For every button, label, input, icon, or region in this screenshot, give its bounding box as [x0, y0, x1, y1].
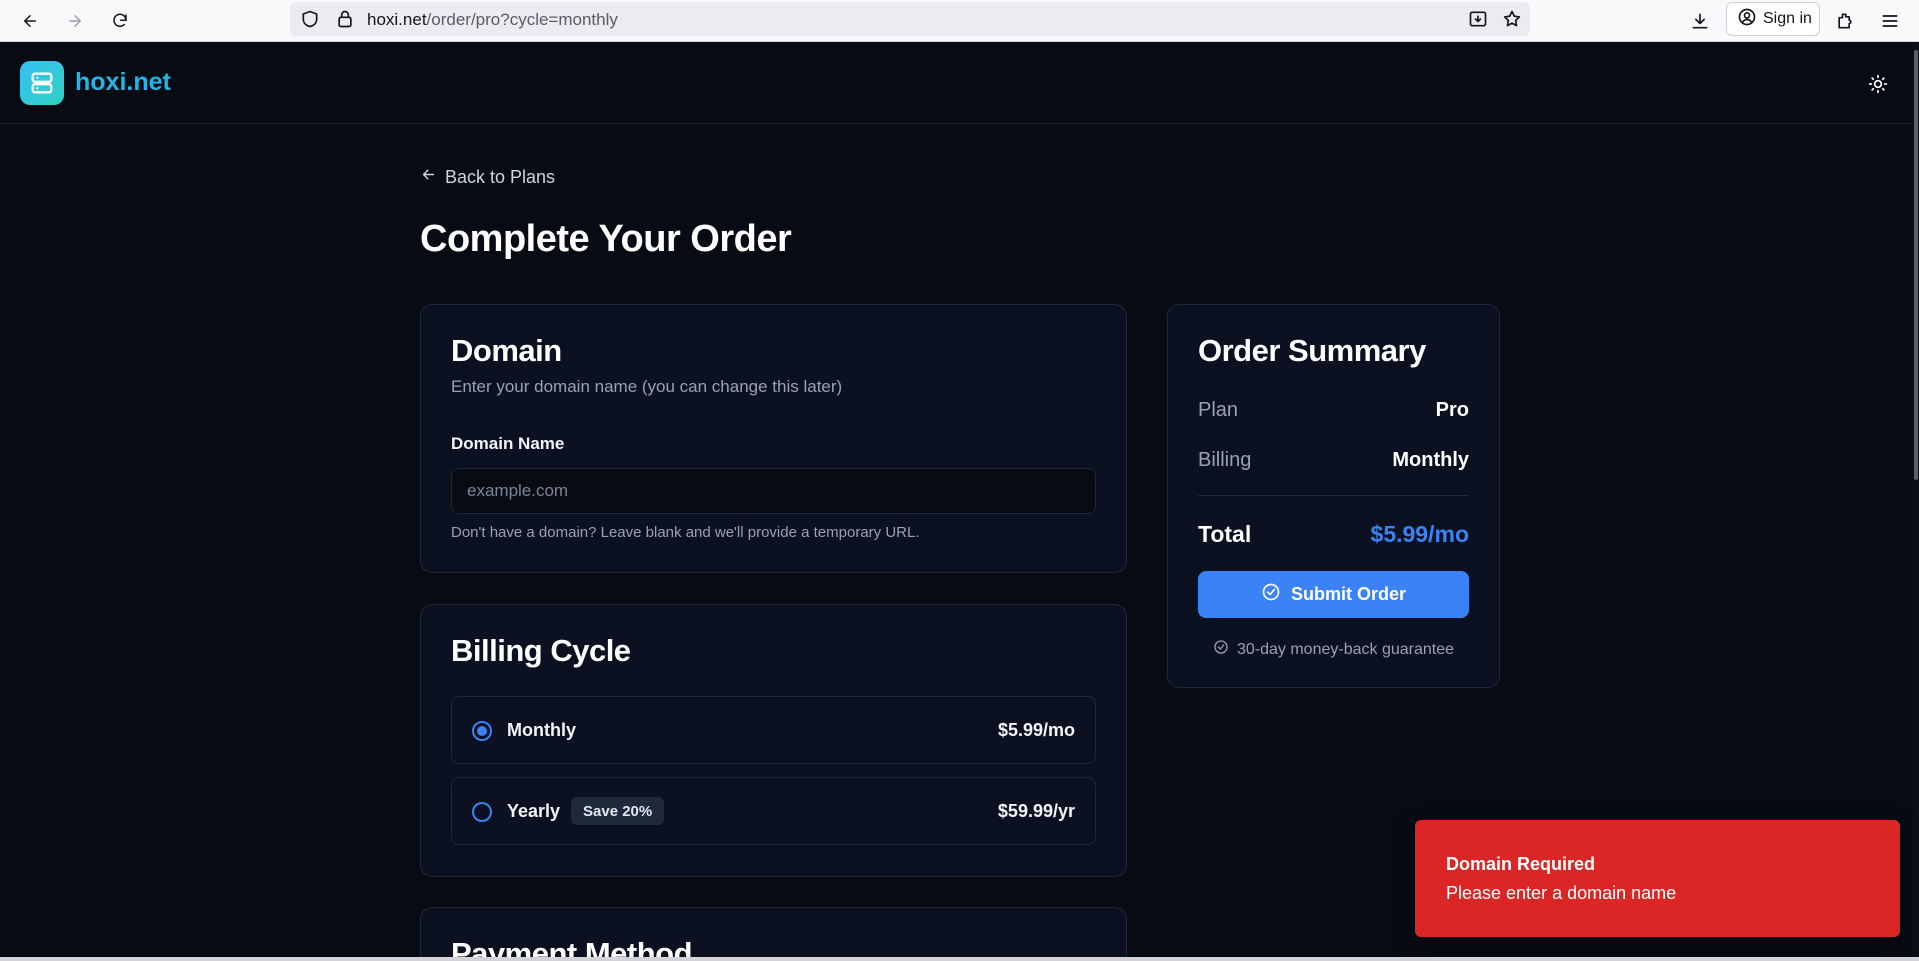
yearly-label: Yearly: [507, 801, 561, 821]
submit-order-button[interactable]: Submit Order: [1198, 571, 1469, 618]
domain-card: Domain Enter your domain name (you can c…: [420, 304, 1127, 573]
address-bar[interactable]: hoxi.net/order/pro?cycle=monthly: [290, 2, 1530, 36]
scrollbar-thumb[interactable]: [1914, 50, 1918, 480]
billing-option-yearly[interactable]: Yearly Save 20% $59.99/yr: [451, 777, 1096, 845]
check-circle-icon: [1261, 582, 1281, 607]
server-logo-icon[interactable]: [20, 61, 64, 105]
payment-method-card: Payment Method: [420, 907, 1127, 961]
back-to-plans-link[interactable]: Back to Plans: [420, 166, 555, 188]
billing-option-monthly[interactable]: Monthly $5.99/mo: [451, 696, 1096, 764]
window-bottom-edge: [0, 957, 1919, 961]
monthly-label: Monthly: [507, 720, 576, 740]
url-path: /order/pro?cycle=monthly: [426, 10, 618, 29]
toast-title: Domain Required: [1446, 854, 1596, 874]
back-link-label: Back to Plans: [445, 166, 556, 187]
browser-toolbar: hoxi.net/order/pro?cycle=monthly Sign in: [0, 0, 1919, 42]
check-circle-small-icon: [1213, 639, 1229, 660]
summary-title: Order Summary: [1198, 333, 1426, 368]
total-key: Total: [1198, 521, 1252, 547]
monthly-radio[interactable]: [472, 721, 492, 741]
domain-help-text: Don't have a domain? Leave blank and we'…: [451, 524, 920, 541]
billing-value: Monthly: [1392, 449, 1469, 471]
yearly-price: $59.99/yr: [997, 801, 1075, 821]
plan-key: Plan: [1198, 399, 1239, 421]
url-host: hoxi.net: [367, 10, 427, 29]
plan-value: Pro: [1435, 399, 1469, 421]
billing-cycle-card: Billing Cycle Monthly $5.99/mo Yearly Sa…: [420, 604, 1127, 877]
back-arrow-icon[interactable]: [15, 6, 45, 36]
shield-icon[interactable]: [300, 9, 320, 29]
domain-card-title: Domain: [451, 333, 562, 368]
page-scrollbar[interactable]: [1913, 42, 1919, 961]
sun-theme-toggle-icon[interactable]: [1864, 70, 1892, 98]
menu-hamburger-icon[interactable]: [1875, 6, 1905, 36]
yearly-radio[interactable]: [472, 802, 492, 822]
summary-billing-row: Billing Monthly: [1198, 449, 1469, 472]
url-text: hoxi.net/order/pro?cycle=monthly: [367, 10, 618, 30]
money-back-guarantee: 30-day money-back guarantee: [1198, 639, 1469, 660]
reload-icon[interactable]: [105, 6, 135, 36]
total-value: $5.99/mo: [1370, 521, 1469, 547]
domain-card-subtitle: Enter your domain name (you can change t…: [451, 377, 843, 396]
install-app-icon[interactable]: [1468, 9, 1488, 29]
guarantee-text: 30-day money-back guarantee: [1236, 640, 1455, 658]
summary-total-row: Total $5.99/mo: [1198, 521, 1469, 548]
extensions-icon[interactable]: [1830, 6, 1860, 36]
downloads-icon[interactable]: [1685, 6, 1715, 36]
site-header: hoxi.net: [0, 42, 1919, 124]
toast-message: Please enter a domain name: [1446, 883, 1677, 903]
sign-in-label: Sign in: [1763, 10, 1812, 27]
account-icon: [1737, 7, 1757, 32]
arrow-left-icon: [420, 166, 437, 188]
summary-plan-row: Plan Pro: [1198, 399, 1469, 422]
domain-name-input[interactable]: [451, 468, 1096, 514]
billing-key: Billing: [1198, 449, 1252, 471]
page-title: Complete Your Order: [420, 218, 792, 260]
error-toast[interactable]: Domain Required Please enter a domain na…: [1415, 820, 1900, 937]
monthly-price: $5.99/mo: [997, 720, 1075, 740]
order-summary-card: Order Summary Plan Pro Billing Monthly T…: [1167, 304, 1500, 688]
site-logo-text[interactable]: hoxi.net: [75, 68, 171, 97]
bookmark-star-icon[interactable]: [1502, 9, 1522, 29]
billing-card-title: Billing Cycle: [451, 633, 631, 668]
summary-divider: [1198, 495, 1469, 496]
sign-in-button[interactable]: Sign in: [1726, 2, 1820, 36]
save-badge: Save 20%: [571, 797, 665, 825]
submit-order-label: Submit Order: [1290, 584, 1406, 604]
forward-arrow-icon[interactable]: [60, 6, 90, 36]
lock-icon[interactable]: [335, 9, 355, 29]
domain-name-label: Domain Name: [451, 434, 565, 453]
